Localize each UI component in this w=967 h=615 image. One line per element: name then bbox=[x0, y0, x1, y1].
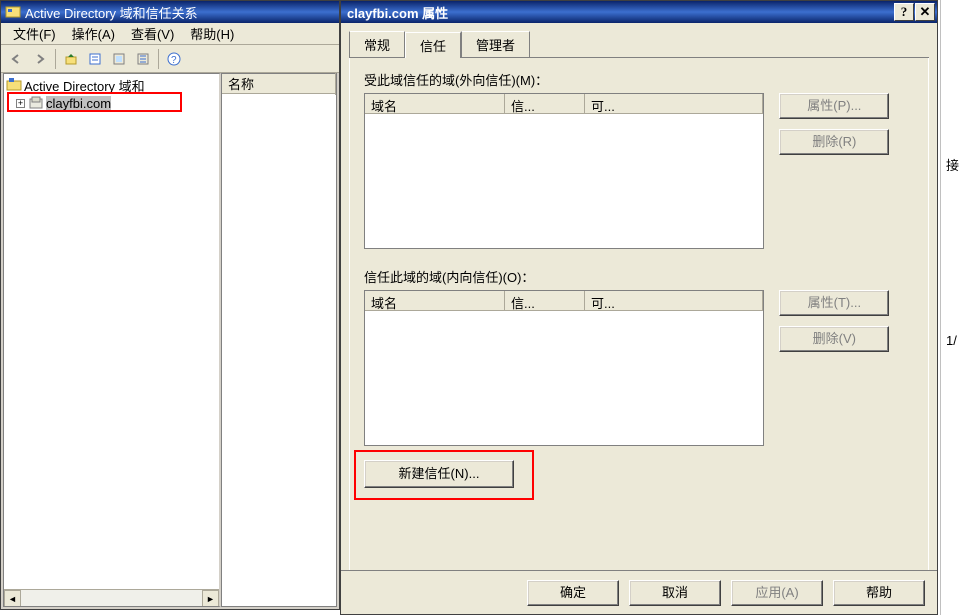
tabstrip: 常规 信任 管理者 bbox=[349, 31, 929, 58]
properties-dialog: clayfbi.com 属性 ? ✕ 常规 信任 管理者 受此域信任的域(外向信… bbox=[340, 0, 938, 615]
mmc-titlebar: Active Directory 域和信任关系 bbox=[1, 1, 339, 23]
list-header: 名称 bbox=[222, 74, 336, 94]
tree-pane[interactable]: Active Directory 域和 + clayfbi.com ◄ ► bbox=[3, 73, 221, 607]
menu-file[interactable]: 文件(F) bbox=[5, 22, 64, 45]
ad-root-icon bbox=[6, 77, 22, 93]
help-button[interactable]: ? bbox=[894, 3, 914, 21]
bg-text: 接 bbox=[946, 155, 959, 174]
scroll-left-icon[interactable]: ◄ bbox=[4, 590, 21, 607]
outgoing-remove-button[interactable]: 删除(R) bbox=[779, 129, 889, 155]
forward-button[interactable] bbox=[29, 48, 51, 70]
incoming-properties-button[interactable]: 属性(T)... bbox=[779, 290, 889, 316]
tab-trusts[interactable]: 信任 bbox=[405, 32, 461, 58]
col-transitive[interactable]: 可... bbox=[585, 94, 763, 113]
outgoing-trusts-list[interactable]: 域名 信... 可... bbox=[364, 93, 764, 249]
refresh-icon[interactable] bbox=[132, 48, 154, 70]
horizontal-scrollbar[interactable]: ◄ ► bbox=[4, 589, 219, 606]
apply-button[interactable]: 应用(A) bbox=[731, 580, 823, 606]
title-buttons: ? ✕ bbox=[894, 3, 935, 21]
outgoing-label: 受此域信任的域(外向信任)(M)： bbox=[364, 70, 914, 89]
tree-root-label: Active Directory 域和 bbox=[24, 76, 145, 95]
help-button[interactable]: 帮助 bbox=[833, 580, 925, 606]
incoming-remove-button[interactable]: 删除(V) bbox=[779, 326, 889, 352]
incoming-list-header: 域名 信... 可... bbox=[365, 291, 763, 311]
tab-general[interactable]: 常规 bbox=[349, 31, 405, 57]
col-trust-type[interactable]: 信... bbox=[505, 94, 585, 113]
ok-button[interactable]: 确定 bbox=[527, 580, 619, 606]
up-icon[interactable] bbox=[60, 48, 82, 70]
col-name[interactable]: 名称 bbox=[222, 72, 336, 95]
mmc-body: Active Directory 域和 + clayfbi.com ◄ ► bbox=[3, 73, 337, 607]
outgoing-list-header: 域名 信... 可... bbox=[365, 94, 763, 114]
trusts-panel: 受此域信任的域(外向信任)(M)： 域名 信... 可... 属性(P)... … bbox=[349, 58, 929, 578]
dialog-title: clayfbi.com 属性 bbox=[347, 3, 448, 22]
incoming-trusts-list[interactable]: 域名 信... 可... bbox=[364, 290, 764, 446]
tab-managed[interactable]: 管理者 bbox=[461, 31, 530, 57]
col-domain[interactable]: 域名 bbox=[365, 291, 505, 310]
dialog-buttons: 确定 取消 应用(A) 帮助 bbox=[341, 570, 937, 614]
menubar: 文件(F) 操作(A) 查看(V) 帮助(H) bbox=[1, 23, 339, 45]
close-button[interactable]: ✕ bbox=[915, 3, 935, 21]
domain-icon bbox=[28, 95, 44, 111]
menu-help[interactable]: 帮助(H) bbox=[182, 22, 242, 45]
toolbar: ? bbox=[1, 45, 339, 73]
svg-text:?: ? bbox=[171, 55, 177, 66]
menu-view[interactable]: 查看(V) bbox=[123, 22, 182, 45]
new-trust-button[interactable]: 新建信任(N)... bbox=[364, 460, 514, 488]
new-trust-row: 新建信任(N)... bbox=[364, 460, 914, 488]
col-transitive[interactable]: 可... bbox=[585, 291, 763, 310]
mmc-window: Active Directory 域和信任关系 文件(F) 操作(A) 查看(V… bbox=[0, 0, 340, 610]
incoming-section: 信任此域的域(内向信任)(O)： 域名 信... 可... 属性(T)... 删… bbox=[364, 267, 914, 446]
tree-domain-node[interactable]: + clayfbi.com bbox=[6, 94, 219, 112]
back-button[interactable] bbox=[5, 48, 27, 70]
bg-text: 1/ bbox=[946, 333, 957, 348]
incoming-buttons: 属性(T)... 删除(V) bbox=[779, 290, 889, 362]
app-icon bbox=[5, 4, 21, 20]
expand-icon[interactable]: + bbox=[16, 99, 25, 108]
toolbar-divider bbox=[55, 49, 56, 69]
scroll-right-icon[interactable]: ► bbox=[202, 590, 219, 607]
tree-domain-label: clayfbi.com bbox=[46, 96, 111, 111]
scroll-track[interactable] bbox=[21, 590, 202, 606]
properties-icon[interactable] bbox=[84, 48, 106, 70]
dialog-titlebar: clayfbi.com 属性 ? ✕ bbox=[341, 1, 937, 23]
export-icon[interactable] bbox=[108, 48, 130, 70]
col-trust-type[interactable]: 信... bbox=[505, 291, 585, 310]
outgoing-buttons: 属性(P)... 删除(R) bbox=[779, 93, 889, 165]
mmc-title: Active Directory 域和信任关系 bbox=[25, 3, 198, 22]
col-domain[interactable]: 域名 bbox=[365, 94, 505, 113]
tree-root-node[interactable]: Active Directory 域和 bbox=[6, 76, 219, 94]
list-pane[interactable]: 名称 bbox=[221, 73, 337, 607]
incoming-label: 信任此域的域(内向信任)(O)： bbox=[364, 267, 914, 286]
cancel-button[interactable]: 取消 bbox=[629, 580, 721, 606]
tree-root-container: Active Directory 域和 + clayfbi.com bbox=[4, 74, 219, 112]
toolbar-divider bbox=[158, 49, 159, 69]
outgoing-properties-button[interactable]: 属性(P)... bbox=[779, 93, 889, 119]
menu-action[interactable]: 操作(A) bbox=[64, 22, 123, 45]
background-window bbox=[940, 0, 967, 615]
help-icon[interactable]: ? bbox=[163, 48, 185, 70]
